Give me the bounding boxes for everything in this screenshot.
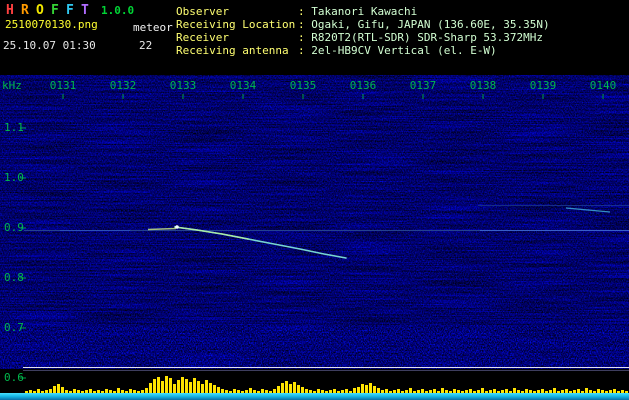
freq-tick-label: 1.0 [4,171,24,184]
time-tick-label: 0135 [289,79,317,92]
time-tick-label: 0131 [49,79,77,92]
freq-tick-label: 1.1 [4,121,24,134]
timestamp: 25.10.07 01:30 [3,39,96,52]
title-letter: H [6,3,14,18]
title-letter: T [81,3,89,18]
info-row: Observer: Takanori Kawachi [176,5,418,18]
time-tick-label: 0133 [169,79,197,92]
meteor-echo-head-dot [175,225,179,229]
title-letter: R [21,3,29,18]
echo-count: 22 [139,39,153,52]
time-tick-label: 0137 [409,79,437,92]
time-tick-label: 0138 [469,79,497,92]
spectrogram-plot [0,75,629,400]
time-tick-label: 0132 [109,79,137,92]
level-strip [0,393,629,400]
mode-label: meteor [133,21,173,34]
info-row: Receiver: R820T2(RTL-SDR) SDR-Sharp 53.3… [176,31,544,44]
carrier-pre-echo-glow [147,227,177,231]
title-letter: O [36,3,44,18]
freq-tick-label: 0.8 [4,271,24,284]
freq-tick-label: 0.9 [4,221,24,234]
hrofft-screen: HROFFT 1.0.0 2510070130.png meteor 25.10… [0,0,629,400]
title-letter: F [66,3,74,18]
app-version: 1.0.0 [101,4,135,17]
info-row: Receiving antenna: 2el-HB9CV Vertical (e… [176,44,497,57]
freq-tick-label: 0.6 [4,371,24,384]
freq-tick-label: 0.7 [4,321,24,334]
info-panel: Observer: Takanori Kawachi Receiving Loca… [176,5,550,57]
info-row: Receiving Location: Ogaki, Gifu, JAPAN (… [176,18,550,31]
waterfall-noise-streaks [0,75,629,369]
output-filename: 2510070130.png [5,18,98,31]
time-tick-label: 0134 [229,79,257,92]
time-tick-label: 0140 [589,79,617,92]
app-title: HROFFT [6,3,96,18]
title-letter: F [51,3,59,18]
time-tick-label: 0136 [349,79,377,92]
freq-unit-label: kHz [2,79,22,92]
time-tick-label: 0139 [529,79,557,92]
waterfall-noise-dense-band [0,325,629,369]
